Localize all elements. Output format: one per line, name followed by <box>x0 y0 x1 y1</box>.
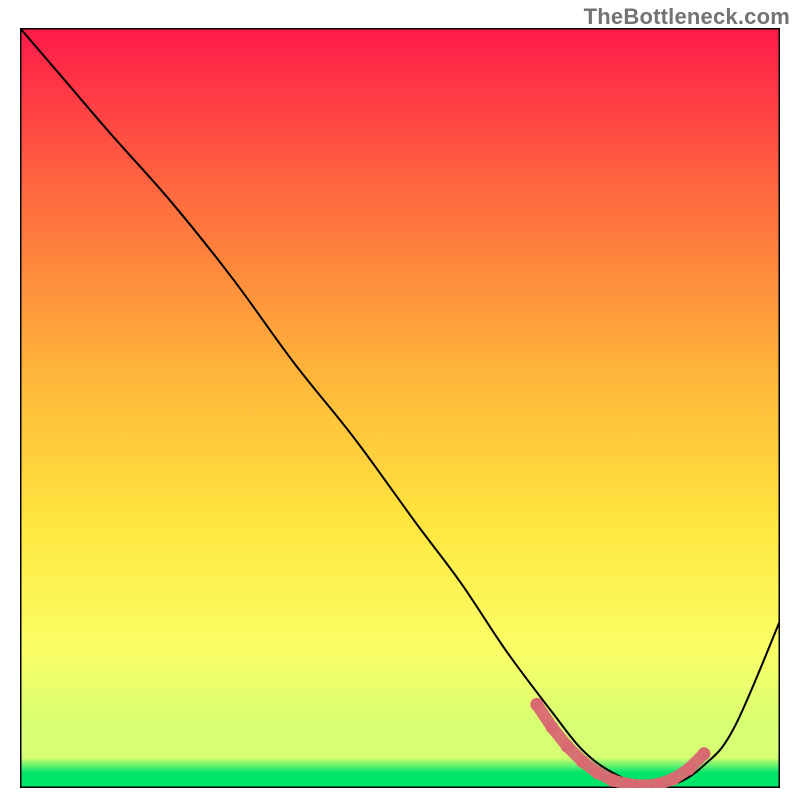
valley-dot <box>561 740 574 753</box>
valley-dot <box>606 774 619 787</box>
bottleneck-chart <box>20 28 780 788</box>
valley-dot <box>591 766 604 779</box>
valley-dot <box>576 755 589 768</box>
chart-frame: TheBottleneck.com <box>0 0 800 800</box>
gradient-background <box>20 28 780 788</box>
valley-dot <box>667 772 680 785</box>
valley-dot <box>530 698 543 711</box>
valley-dot <box>546 721 559 734</box>
valley-dot <box>698 747 711 760</box>
valley-dot <box>682 763 695 776</box>
watermark-text: TheBottleneck.com <box>584 4 790 30</box>
